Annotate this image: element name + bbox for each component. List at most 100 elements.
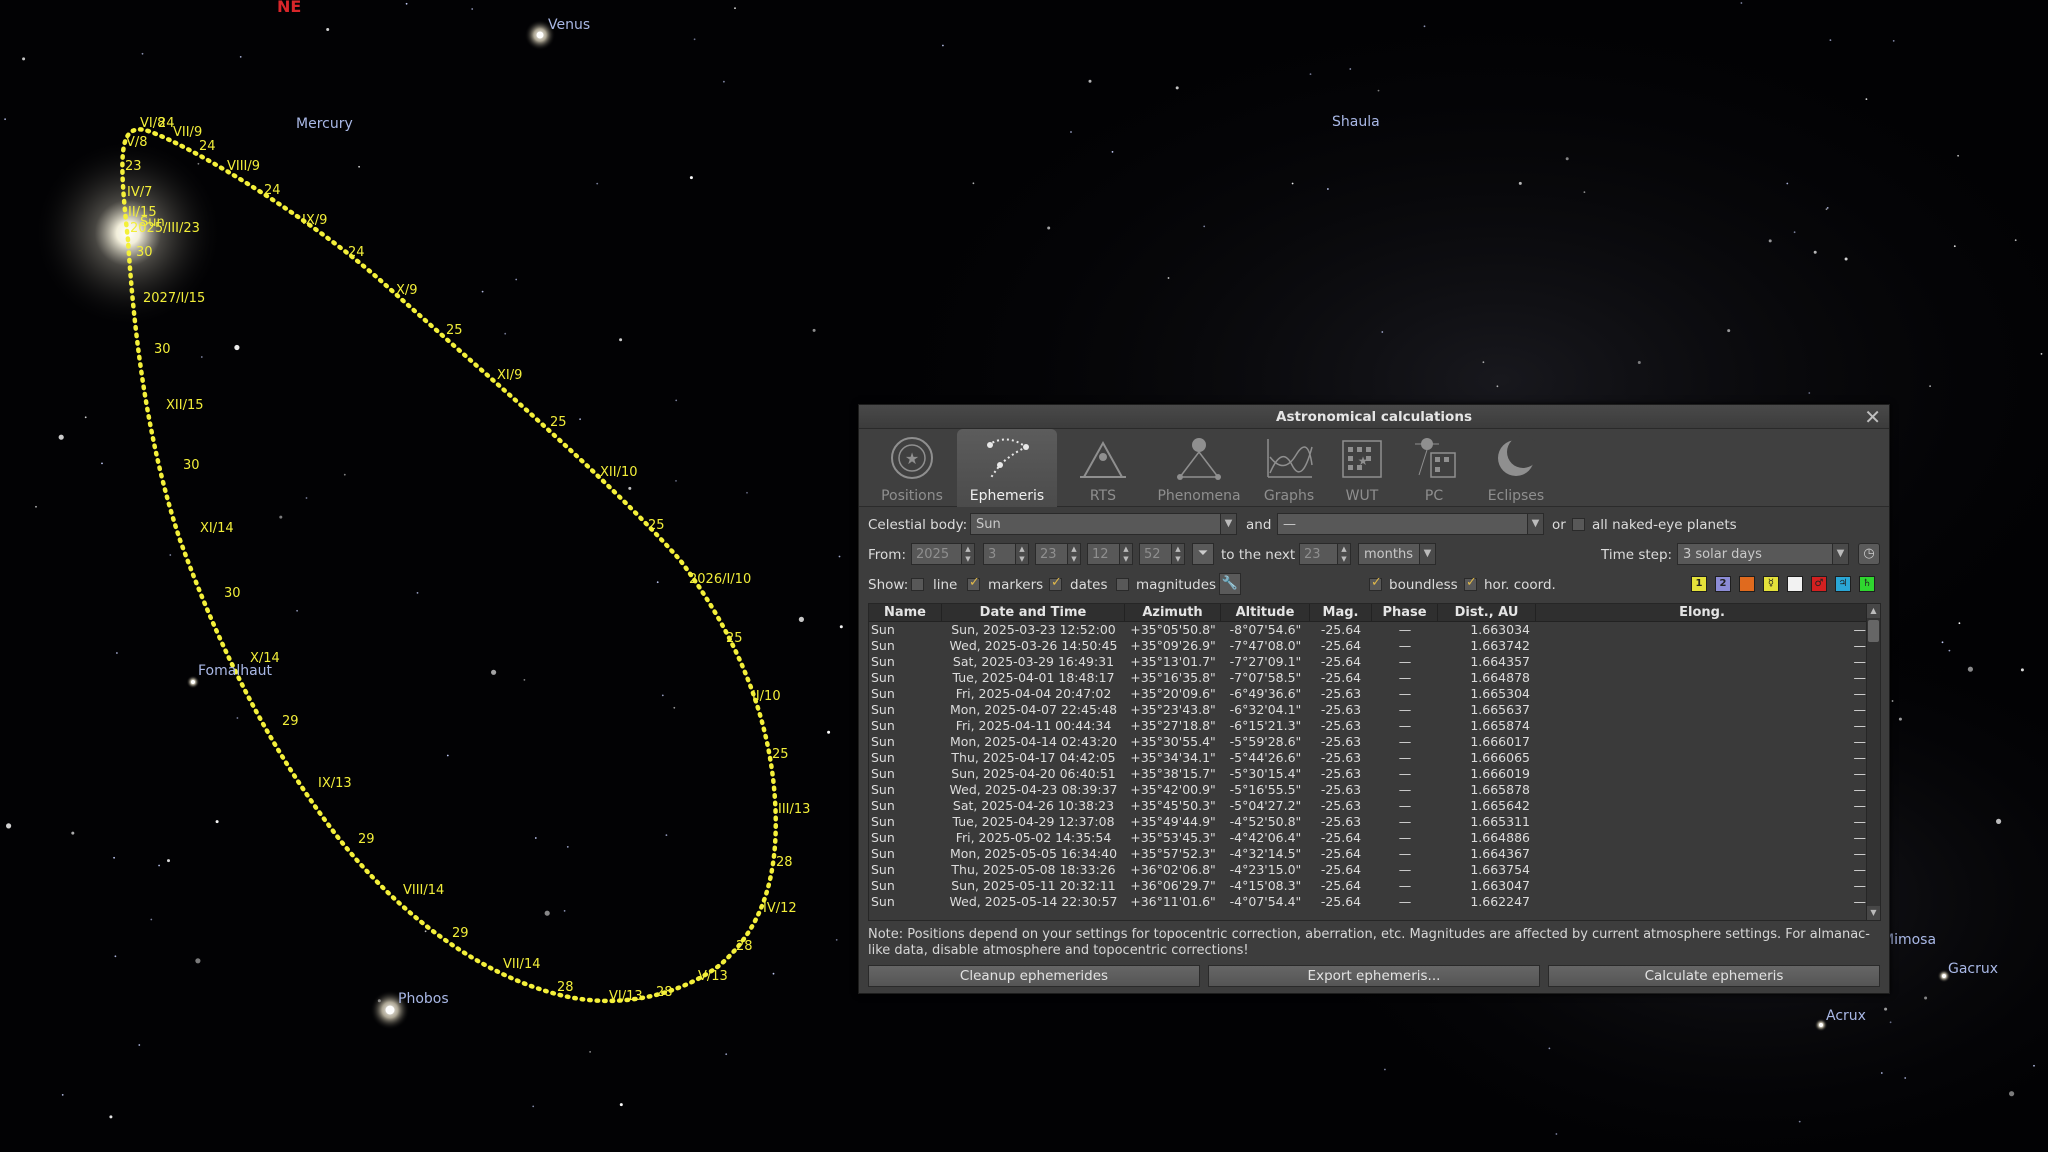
color-swatch[interactable] (1787, 576, 1803, 592)
tab-eclipses[interactable]: Eclipses (1471, 429, 1561, 507)
filter-icon[interactable]: ⏷ (1192, 543, 1214, 565)
column-header-name[interactable]: Name (869, 604, 942, 622)
object-label[interactable]: Venus (548, 17, 590, 33)
star (343, 473, 346, 476)
tab-rts[interactable]: RTS (1059, 429, 1147, 507)
track-date-label: 28 (557, 980, 574, 995)
color-swatch[interactable]: ♂ (1811, 576, 1827, 592)
column-header-date[interactable]: Date and Time (942, 604, 1125, 622)
scroll-down-icon[interactable]: ▼ (1867, 906, 1880, 920)
export-ephemeris-button[interactable]: Export ephemeris... (1208, 965, 1540, 987)
markers-checkbox[interactable] (967, 575, 980, 591)
spin-arrows-icon[interactable]: ▲ ▼ (1067, 544, 1080, 564)
object-label[interactable]: Phobos (398, 991, 449, 1007)
table-cell: — (1398, 766, 1412, 781)
tab-phenomena[interactable]: Phenomena (1147, 429, 1251, 507)
ephemeris-table[interactable]: Name Date and Time Azimuth Altitude Mag.… (868, 603, 1881, 921)
reset-clock-icon[interactable]: ◷ (1858, 543, 1880, 565)
object-marker[interactable] (536, 31, 544, 39)
spin-arrows-icon[interactable]: ▲ ▼ (961, 544, 974, 564)
table-row[interactable]: Sun Mon, 2025-04-14 02:43:20 +35°30'55.4" -… (869, 734, 1866, 750)
table-row[interactable]: Sun Sun, 2025-04-20 06:40:51 +35°38'15.7" -… (869, 766, 1866, 782)
table-cell: Sun (871, 734, 895, 749)
table-row[interactable]: Sun Tue, 2025-04-29 12:37:08 +35°49'44.9" -… (869, 814, 1866, 830)
object-label[interactable]: Shaula (1332, 114, 1380, 130)
color-swatch[interactable]: 2 (1715, 576, 1731, 592)
cardinal-direction: NE (277, 0, 301, 16)
spin-arrows-icon[interactable]: ▲ ▼ (1119, 544, 1132, 564)
color-swatch[interactable] (1739, 576, 1755, 592)
table-cell: Tue, 2025-04-29 12:37:08 (952, 814, 1115, 829)
scroll-thumb[interactable] (1868, 620, 1879, 642)
dialog-titlebar[interactable]: Astronomical calculations ✕ (859, 405, 1889, 429)
second-body-select[interactable]: — ▼ (1277, 513, 1544, 535)
calculate-ephemeris-button[interactable]: Calculate ephemeris (1548, 965, 1880, 987)
celestial-body-select[interactable]: Sun ▼ (970, 513, 1237, 535)
tab-wut[interactable]: ★ WUT (1327, 429, 1397, 507)
star (197, 162, 200, 165)
table-row[interactable]: Sun Sat, 2025-04-26 10:38:23 +35°45'50.3" -… (869, 798, 1866, 814)
object-marker[interactable] (1819, 1023, 1823, 1027)
from-day-spinbox[interactable]: 23 ▲ ▼ (1035, 543, 1081, 565)
color-swatch[interactable]: 1 (1691, 576, 1707, 592)
naked-eye-checkbox[interactable] (1572, 518, 1585, 531)
table-cell: — (1398, 814, 1412, 829)
hor-coord-checkbox[interactable] (1464, 575, 1477, 591)
table-row[interactable]: Sun Mon, 2025-05-05 16:34:40 +35°57'52.3" -… (869, 846, 1866, 862)
from-month-spinbox[interactable]: 3 ▲ ▼ (983, 543, 1029, 565)
column-header-altitude[interactable]: Altitude (1221, 604, 1310, 622)
line-checkbox[interactable] (911, 578, 924, 591)
table-row[interactable]: Sun Thu, 2025-05-08 18:33:26 +36°02'06.8" -… (869, 862, 1866, 878)
spin-arrows-icon[interactable]: ▲ ▼ (1171, 544, 1184, 564)
table-row[interactable]: Sun Mon, 2025-04-07 22:45:48 +35°23'43.8" -… (869, 702, 1866, 718)
column-header-mag[interactable]: Mag. (1310, 604, 1372, 622)
table-row[interactable]: Sun Wed, 2025-04-23 08:39:37 +35°42'00.9" -… (869, 782, 1866, 798)
time-step-select[interactable]: 3 solar days ▼ (1677, 543, 1849, 565)
object-label[interactable]: Gacrux (1948, 961, 1998, 977)
table-row[interactable]: Sun Fri, 2025-04-04 20:47:02 +35°20'09.6" -… (869, 686, 1866, 702)
next-count-spinbox[interactable]: 23 ▲ ▼ (1299, 543, 1351, 565)
table-row[interactable]: Sun Sun, 2025-05-11 20:32:11 +36°06'29.7" -… (869, 878, 1866, 894)
table-row[interactable]: Sun Wed, 2025-03-26 14:50:45 +35°09'26.9" -… (869, 638, 1866, 654)
object-label[interactable]: Mercury (296, 116, 353, 132)
column-header-dist[interactable]: Dist., AU (1438, 604, 1536, 622)
table-row[interactable]: Sun Wed, 2025-05-14 22:30:57 +36°11'01.6" -… (869, 894, 1866, 910)
spin-arrows-icon[interactable]: ▲ ▼ (1015, 544, 1028, 564)
next-unit-select[interactable]: months ▼ (1358, 543, 1436, 565)
table-row[interactable]: Sun Sun, 2025-03-23 12:52:00 +35°05'50.8" -… (869, 622, 1866, 638)
close-icon[interactable]: ✕ (1864, 405, 1881, 429)
object-marker[interactable] (385, 1005, 395, 1015)
spin-arrows-icon[interactable]: ▲ ▼ (1337, 544, 1350, 564)
cleanup-ephemerides-button[interactable]: Cleanup ephemerides (868, 965, 1200, 987)
object-label[interactable]: Acrux (1826, 1008, 1866, 1024)
magnitudes-checkbox[interactable] (1116, 578, 1129, 591)
table-row[interactable]: Sun Tue, 2025-04-01 18:48:17 +35°16'35.8" -… (869, 670, 1866, 686)
column-header-azimuth[interactable]: Azimuth (1125, 604, 1221, 622)
wrench-icon[interactable]: 🔧 (1219, 573, 1241, 595)
object-label[interactable]: Mimosa (1882, 932, 1936, 948)
object-marker[interactable] (191, 680, 195, 684)
tab-pc[interactable]: PC (1397, 429, 1471, 507)
column-header-elong[interactable]: Elong. (1536, 604, 1868, 622)
color-swatch[interactable]: ☿ (1763, 576, 1779, 592)
object-marker[interactable] (1942, 974, 1946, 978)
table-row[interactable]: Sun Fri, 2025-04-11 00:44:34 +35°27'18.8" -… (869, 718, 1866, 734)
dates-checkbox[interactable] (1049, 575, 1062, 591)
from-minute-spinbox[interactable]: 52 ▲ ▼ (1139, 543, 1185, 565)
color-swatch[interactable]: ♃ (1835, 576, 1851, 592)
tab-graphs[interactable]: Graphs (1251, 429, 1327, 507)
column-header-phase[interactable]: Phase (1372, 604, 1438, 622)
from-hour-spinbox[interactable]: 12 ▲ ▼ (1087, 543, 1133, 565)
table-row[interactable]: Sun Sat, 2025-03-29 16:49:31 +35°13'01.7" -… (869, 654, 1866, 670)
tab-ephemeris[interactable]: Ephemeris (957, 429, 1057, 507)
table-cell: +35°53'45.3" (1130, 830, 1216, 845)
table-scrollbar[interactable]: ▲ ▼ (1866, 604, 1880, 920)
color-swatch[interactable]: ♄ (1859, 576, 1875, 592)
tab-positions[interactable]: ★ Positions (869, 429, 955, 507)
table-row[interactable]: Sun Thu, 2025-04-17 04:42:05 +35°34'34.1" -… (869, 750, 1866, 766)
boundless-checkbox[interactable] (1369, 575, 1382, 591)
scroll-up-icon[interactable]: ▲ (1867, 604, 1880, 618)
star (839, 625, 843, 629)
table-row[interactable]: Sun Fri, 2025-05-02 14:35:54 +35°53'45.3" -… (869, 830, 1866, 846)
from-year-spinbox[interactable]: 2025 ▲ ▼ (911, 543, 975, 565)
